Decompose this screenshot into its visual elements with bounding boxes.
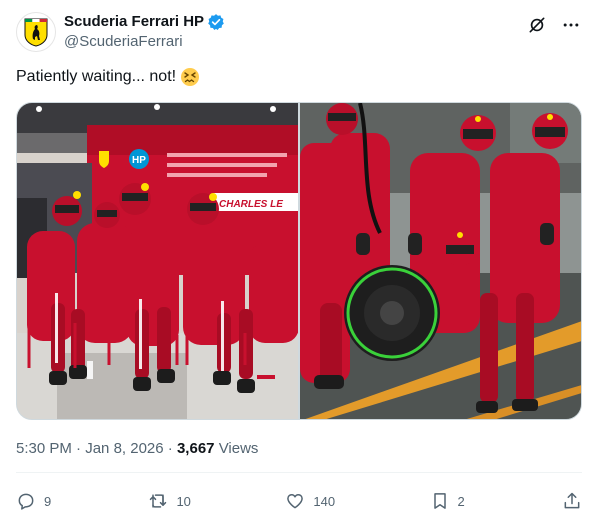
share-icon [564,492,580,509]
charles-banner-text: CHARLES LE [219,199,283,210]
like-count: 140 [313,493,336,509]
more-options-icon[interactable] [560,14,582,36]
confounded-face-emoji-icon [180,67,200,87]
grok-icon[interactable] [526,14,548,36]
bookmark-count: 2 [457,493,465,509]
repost-button[interactable]: 10 [148,491,191,511]
views-label: Views [218,440,259,457]
reply-button[interactable]: 9 [16,491,54,511]
display-name[interactable]: Scuderia Ferrari HP [64,12,204,32]
divider [16,472,582,473]
hp-logo-text: HP [132,155,146,166]
photo-crew-seated[interactable]: HP CHARLES LE [17,103,298,419]
like-button[interactable]: 140 [285,491,335,511]
views-count: 3,667 [176,440,215,457]
tweet-date[interactable]: Jan 8, 2026 [85,440,163,457]
share-button[interactable] [562,491,582,511]
action-bar: 9 10 140 2 [16,488,582,514]
reply-count: 9 [44,493,52,509]
tweet-text: Patiently waiting... not! [16,68,177,85]
photo-tyre-change[interactable] [300,103,581,419]
meta-separator-2: · [167,440,173,457]
bookmark-button[interactable]: 2 [430,491,468,511]
tweet-time[interactable]: 5:30 PM [16,440,72,457]
tweet-header: Scuderia Ferrari HP @ScuderiaFerrari [16,10,582,54]
media-grid[interactable]: HP CHARLES LE [16,102,582,420]
verified-badge-icon [208,14,224,30]
heart-icon [287,494,304,509]
handle[interactable]: @ScuderiaFerrari [64,32,225,52]
meta-separator: · [76,440,82,457]
ferrari-shield-icon [24,18,48,47]
avatar[interactable] [16,12,56,52]
reply-icon [18,493,34,510]
bookmark-icon [433,493,446,509]
repost-count: 10 [176,493,191,509]
tweet-text-row: Patiently waiting... not! [16,66,200,88]
tweet-meta: 5:30 PM · Jan 8, 2026 · 3,667 Views [16,439,258,459]
display-name-row[interactable]: Scuderia Ferrari HP [64,12,225,32]
repost-icon [150,494,167,508]
